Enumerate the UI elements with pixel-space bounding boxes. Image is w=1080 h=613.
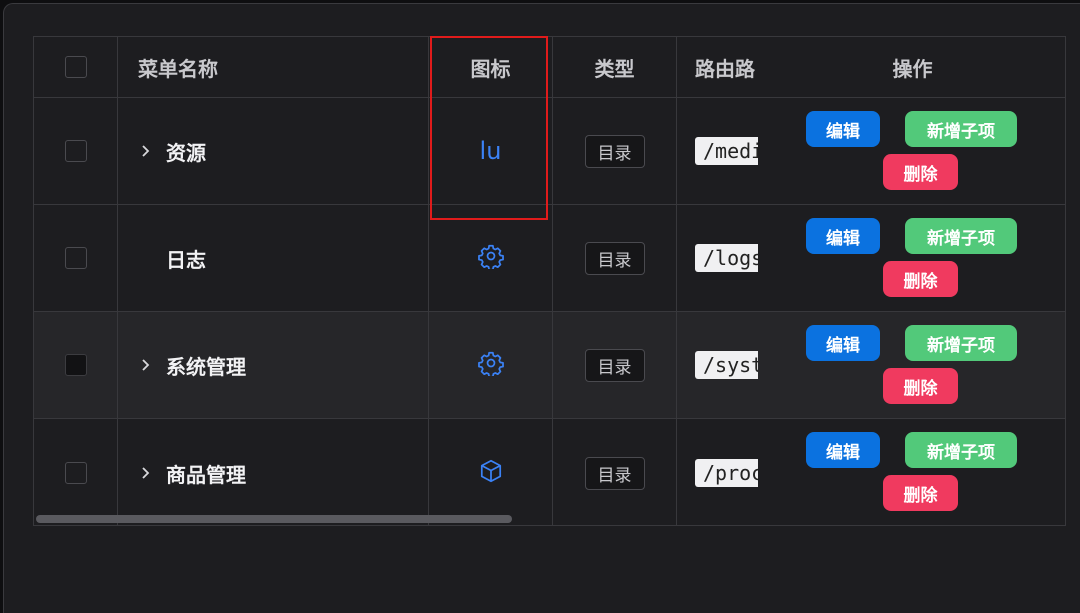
type-tag: 目录 bbox=[584, 241, 645, 275]
edit-button[interactable]: 编辑 bbox=[806, 218, 880, 254]
edit-button[interactable]: 编辑 bbox=[806, 432, 880, 468]
chevron-right-icon[interactable] bbox=[140, 466, 162, 480]
table-row[interactable]: 系统管理 目录 /syst 编辑 新增子项 删除 bbox=[34, 312, 1065, 419]
type-cell: 目录 bbox=[553, 98, 677, 204]
add-child-button[interactable]: 新增子项 bbox=[905, 325, 1017, 361]
name-cell: 日志 bbox=[118, 205, 429, 311]
route-path: /logs bbox=[695, 244, 758, 272]
delete-button[interactable]: 删除 bbox=[883, 261, 958, 297]
route-path: /proc bbox=[695, 459, 758, 487]
edit-button[interactable]: 编辑 bbox=[806, 325, 880, 361]
path-cell: /proc bbox=[677, 419, 758, 525]
path-cell: /syst bbox=[677, 312, 758, 418]
ops-cell: 编辑 新增子项 删除 bbox=[758, 419, 1065, 525]
icon-text: lu bbox=[479, 137, 502, 165]
table-header: 菜单名称 图标 类型 路由路 操作 bbox=[34, 37, 1065, 98]
row-check-cell bbox=[34, 312, 118, 418]
cube-icon bbox=[478, 458, 504, 488]
row-checkbox[interactable] bbox=[64, 462, 87, 484]
name-cell: 商品管理 bbox=[118, 419, 429, 525]
row-check-cell bbox=[34, 98, 118, 204]
menu-name: 系统管理 bbox=[166, 354, 246, 379]
ops-cell: 编辑 新增子项 删除 bbox=[758, 98, 1065, 204]
menu-table: 菜单名称 图标 类型 路由路 操作 资源 lu 目录 /medi 编辑 新增子项 bbox=[33, 36, 1066, 526]
edit-button[interactable]: 编辑 bbox=[806, 111, 880, 147]
route-path: /medi bbox=[695, 137, 758, 165]
route-path: /syst bbox=[695, 351, 758, 379]
add-child-button[interactable]: 新增子项 bbox=[905, 111, 1017, 147]
header-name[interactable]: 菜单名称 bbox=[118, 37, 429, 97]
row-check-cell bbox=[34, 205, 118, 311]
icon-cell bbox=[429, 205, 553, 311]
delete-button[interactable]: 删除 bbox=[883, 154, 958, 190]
name-cell: 系统管理 bbox=[118, 312, 429, 418]
name-cell: 资源 bbox=[118, 98, 429, 204]
chevron-right-icon[interactable] bbox=[140, 144, 162, 158]
select-all-checkbox[interactable] bbox=[64, 56, 87, 78]
type-tag: 目录 bbox=[584, 348, 645, 382]
ops-cell: 编辑 新增子项 删除 bbox=[758, 312, 1065, 418]
table-row[interactable]: 日志 目录 /logs 编辑 新增子项 删除 bbox=[34, 205, 1065, 312]
add-child-button[interactable]: 新增子项 bbox=[905, 432, 1017, 468]
path-cell: /medi bbox=[677, 98, 758, 204]
header-check-cell bbox=[34, 37, 118, 97]
row-checkbox[interactable] bbox=[64, 354, 87, 376]
header-ops: 操作 bbox=[892, 56, 933, 81]
horizontal-scrollbar[interactable] bbox=[36, 515, 512, 523]
delete-button[interactable]: 删除 bbox=[883, 368, 958, 404]
header-type[interactable]: 类型 bbox=[553, 37, 677, 97]
type-cell: 目录 bbox=[553, 205, 677, 311]
add-child-button[interactable]: 新增子项 bbox=[905, 218, 1017, 254]
header-icon[interactable]: 图标 bbox=[429, 37, 553, 97]
menu-name: 日志 bbox=[166, 247, 206, 272]
icon-cell bbox=[429, 419, 553, 525]
header-path[interactable]: 路由路 bbox=[677, 37, 758, 97]
row-checkbox[interactable] bbox=[64, 247, 87, 269]
row-checkbox[interactable] bbox=[64, 140, 87, 162]
menu-name: 商品管理 bbox=[166, 462, 246, 487]
table-row[interactable]: 商品管理 目录 /proc 编辑 新增子项 删除 bbox=[34, 419, 1065, 525]
gear-icon bbox=[477, 350, 504, 380]
delete-button[interactable]: 删除 bbox=[883, 475, 958, 511]
type-tag: 目录 bbox=[584, 456, 645, 490]
type-tag: 目录 bbox=[584, 134, 645, 168]
type-cell: 目录 bbox=[553, 312, 677, 418]
path-cell: /logs bbox=[677, 205, 758, 311]
gear-icon bbox=[477, 243, 504, 273]
chevron-right-icon[interactable] bbox=[140, 358, 162, 372]
icon-cell bbox=[429, 312, 553, 418]
menu-name: 资源 bbox=[166, 140, 206, 165]
table-row[interactable]: 资源 lu 目录 /medi 编辑 新增子项 删除 bbox=[34, 98, 1065, 205]
ops-cell: 编辑 新增子项 删除 bbox=[758, 205, 1065, 311]
type-cell: 目录 bbox=[553, 419, 677, 525]
icon-cell: lu bbox=[429, 98, 553, 204]
row-check-cell bbox=[34, 419, 118, 525]
